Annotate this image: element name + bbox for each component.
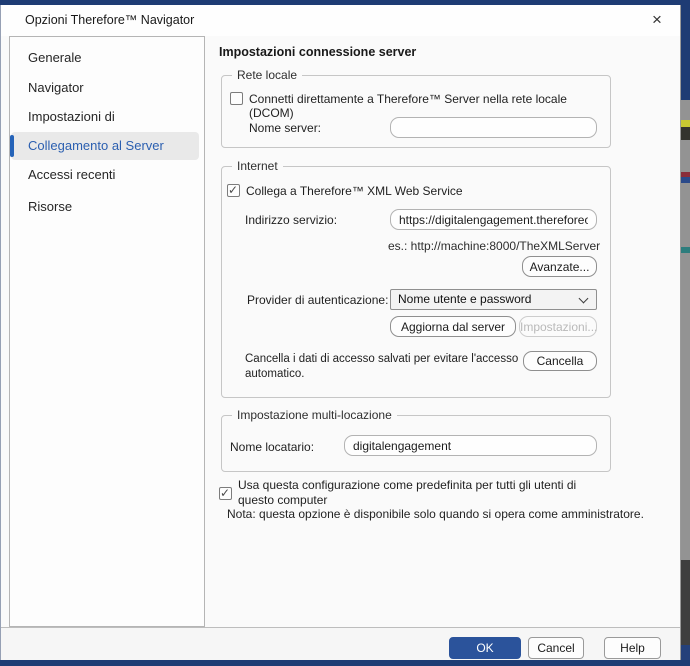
sidebar-item-impostazioni-visualizzazione[interactable]: Impostazioni di visualizzazione: [11, 103, 199, 152]
auth-provider-label: Provider di autenticazione:: [247, 293, 389, 307]
group-legend: Rete locale: [232, 68, 303, 82]
indirizzo-servizio-label: Indirizzo servizio:: [245, 213, 338, 227]
cancella-button[interactable]: Cancella: [523, 351, 597, 371]
indirizzo-servizio-input[interactable]: [390, 209, 597, 230]
background-window-bottom: [0, 660, 690, 666]
sidebar-item-risorse[interactable]: Risorse: [11, 193, 199, 221]
sidebar-item-label: Accessi recenti: [28, 167, 116, 182]
url-example-hint: es.: http://machine:8000/TheXMLServer: [388, 239, 601, 253]
cancel-button[interactable]: Cancel: [528, 637, 584, 659]
group-legend: Impostazione multi-locazione: [232, 408, 397, 422]
group-rete-locale: Rete locale Connetti direttamente a Ther…: [221, 68, 611, 148]
auth-provider-select[interactable]: Nome utente e password: [390, 289, 597, 310]
xml-webservice-checkbox[interactable]: ✓: [227, 183, 240, 197]
chevron-down-icon: [578, 293, 589, 304]
sidebar-item-generale[interactable]: Generale: [11, 44, 199, 72]
background-window-edge: [681, 0, 690, 666]
selected-accent-bar: [10, 135, 14, 157]
nome-server-input[interactable]: [390, 117, 597, 138]
category-sidebar: Generale Navigator Impostazioni di visua…: [9, 36, 205, 627]
nome-server-label: Nome server:: [249, 121, 322, 135]
dcom-checkbox-label: Connetti direttamente a Therefore™ Serve…: [249, 92, 567, 120]
avanzate-button[interactable]: Avanzate...: [522, 256, 597, 277]
xml-webservice-checkbox-label: Collega a Therefore™ XML Web Service: [246, 184, 463, 198]
sidebar-item-label: Navigator: [28, 80, 84, 95]
auth-provider-value: Nome utente e password: [398, 292, 532, 306]
checkmark-icon: ✓: [220, 485, 231, 500]
sidebar-item-label: Collegamento al Server: [28, 138, 164, 153]
close-icon[interactable]: ×: [644, 8, 670, 32]
nome-locatario-label: Nome locatario:: [230, 440, 315, 454]
sidebar-item-accessi-recenti[interactable]: Accessi recenti: [11, 161, 199, 189]
sidebar-item-label: Generale: [28, 50, 82, 65]
ok-button[interactable]: OK: [449, 637, 521, 659]
aggiorna-dal-server-button[interactable]: Aggiorna dal server: [390, 316, 516, 337]
checkmark-icon: ✓: [228, 183, 239, 197]
dcom-checkbox[interactable]: [230, 92, 243, 105]
dialog-footer: OK Cancel Help: [1, 627, 680, 660]
settings-panel: Impostazioni connessione server Rete loc…: [211, 36, 673, 632]
group-legend: Internet: [232, 159, 283, 173]
dialog-title: Opzioni Therefore™ Navigator: [25, 13, 195, 27]
sidebar-item-collegamento-server[interactable]: Collegamento al Server: [10, 132, 199, 160]
background-window-top: [0, 0, 690, 5]
page-title: Impostazioni connessione server: [219, 45, 417, 59]
group-internet: Internet ✓ Collega a Therefore™ XML Web …: [221, 159, 611, 398]
options-dialog: Opzioni Therefore™ Navigator × Generale …: [0, 5, 681, 660]
default-config-checkbox-label: Usa questa configurazione come predefini…: [238, 478, 577, 507]
sidebar-item-label: Risorse: [28, 199, 73, 214]
sidebar-item-navigator[interactable]: Navigator: [11, 74, 199, 102]
clear-credentials-text: Cancella i dati di accesso salvati per e…: [245, 353, 519, 380]
group-multi-locazione: Impostazione multi-locazione Nome locata…: [221, 408, 611, 472]
default-config-checkbox[interactable]: ✓: [219, 485, 232, 500]
title-bar: Opzioni Therefore™ Navigator ×: [1, 5, 680, 36]
admin-note: Nota: questa opzione è disponibile solo …: [227, 507, 644, 521]
help-button[interactable]: Help: [604, 637, 661, 659]
impostazioni-button[interactable]: Impostazioni...: [519, 316, 597, 337]
nome-locatario-input[interactable]: [344, 435, 597, 456]
